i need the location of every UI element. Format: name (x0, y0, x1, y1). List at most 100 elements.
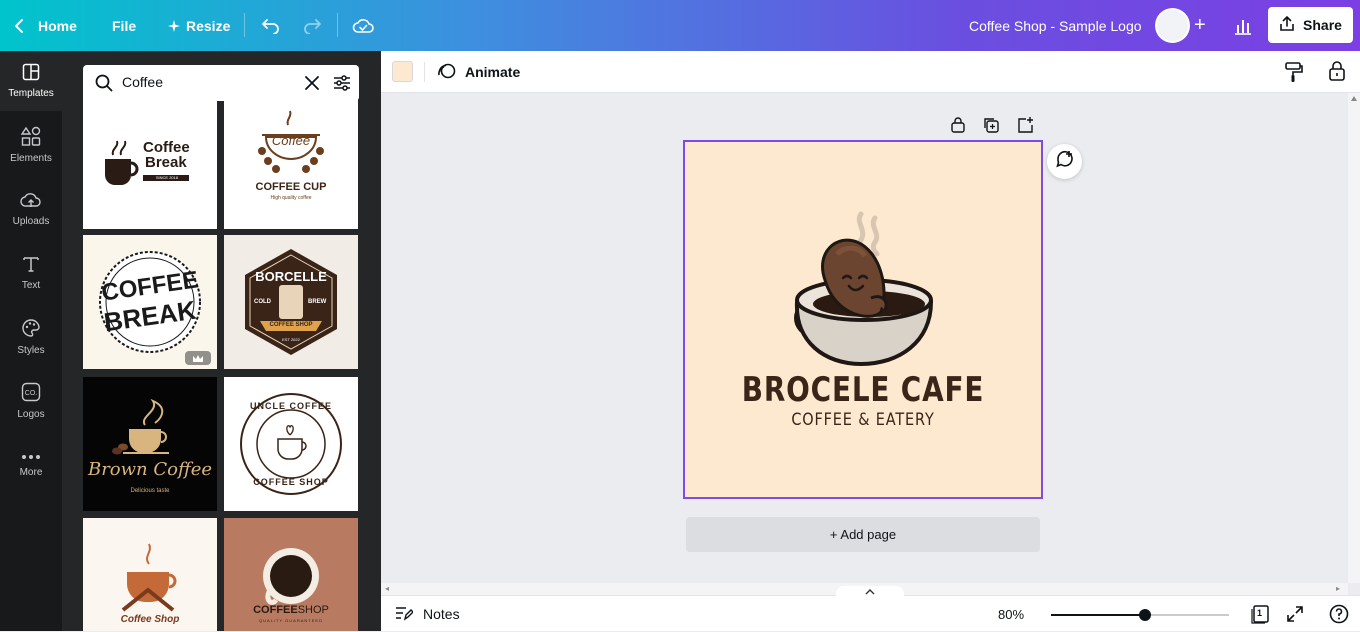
rail-item-elements[interactable]: Elements (0, 115, 62, 175)
cloud-check-icon (352, 18, 374, 34)
rail-item-logos[interactable]: CO. Logos (0, 371, 62, 431)
template-tile[interactable]: COFFEE BREAK (83, 235, 217, 369)
rail-label: Templates (8, 88, 54, 99)
rail-item-more[interactable]: More (0, 435, 62, 495)
template-tile[interactable]: Brown Coffee Delicious taste (83, 377, 217, 511)
animate-button[interactable]: Animate (437, 51, 520, 93)
template-text: BREW (308, 299, 327, 305)
lock-page-icon[interactable] (950, 116, 966, 138)
template-text: COFFEE CUP (255, 181, 327, 193)
insights-button[interactable] (1233, 0, 1253, 51)
add-collaborator-button[interactable]: + (1194, 0, 1206, 51)
resize-button[interactable]: Resize (168, 0, 230, 51)
page-count: 1 (1257, 608, 1263, 618)
share-label: Share (1303, 17, 1342, 33)
template-tile[interactable]: COFFEESHOP QUALITY GUARANTEED (224, 518, 358, 631)
redo-button[interactable] (302, 0, 322, 51)
lock-icon (1328, 61, 1346, 86)
cloud-save-status[interactable] (352, 0, 374, 51)
templates-panel: Coffee Break SINCE 2018 Coffee COFFEE CU… (62, 51, 381, 631)
rail-item-styles[interactable]: Styles (0, 307, 62, 367)
help-icon (1329, 604, 1349, 624)
template-text: COFFEE SHOP (253, 477, 329, 487)
vertical-scrollbar[interactable] (1348, 93, 1360, 583)
rail-item-templates[interactable]: Templates (0, 51, 62, 111)
template-text: COFFEESHOP (224, 604, 358, 616)
search-icon (95, 74, 113, 97)
divider (244, 13, 245, 37)
design-page[interactable]: BROCELE CAFE COFFEE & EATERY (683, 140, 1043, 499)
coffee-cup-logo-icon (258, 110, 324, 173)
copy-style-button[interactable] (1284, 61, 1304, 88)
clear-search-icon[interactable] (305, 76, 319, 95)
logo-title[interactable]: BROCELE CAFE (717, 370, 1009, 410)
rail-item-text[interactable]: Text (0, 243, 62, 303)
add-page-icon[interactable] (1016, 116, 1034, 138)
template-text: Coffee (143, 139, 190, 156)
page-tools (950, 116, 1040, 138)
template-tile[interactable]: Coffee Shop (83, 518, 217, 631)
notes-label: Notes (423, 606, 460, 622)
template-text: Brown Coffee (87, 459, 213, 480)
styles-icon (21, 318, 41, 341)
top-bar: Home File Resize Coffee Shop - Sample Lo… (0, 0, 1360, 51)
template-text: UNCLE COFFEE (249, 401, 332, 411)
add-comment-button[interactable] (1047, 144, 1082, 179)
add-page-button[interactable]: + Add page (686, 517, 1040, 552)
page-count-button[interactable]: 1 (1249, 603, 1271, 625)
rail-label: Logos (17, 409, 45, 420)
share-button[interactable]: Share (1268, 7, 1353, 43)
template-tile[interactable]: BORCELLE COLD BREW COFFEE SHOP EST 2022 (224, 235, 358, 369)
template-text: Coffee Shop (120, 614, 180, 625)
coffee-bean-cup-illustration (794, 211, 934, 367)
zoom-slider-thumb[interactable] (1139, 609, 1152, 621)
document-title[interactable]: Coffee Shop - Sample Logo (969, 0, 1142, 51)
more-icon (21, 452, 41, 463)
expand-icon (1287, 606, 1303, 622)
paint-roller-icon (1284, 62, 1304, 87)
template-tile[interactable]: Coffee Break SINCE 2018 (83, 95, 217, 229)
template-text: Delicious taste (130, 488, 170, 494)
help-button[interactable] (1328, 603, 1350, 625)
rail-label: Text (21, 280, 41, 291)
file-menu-button[interactable]: File (112, 0, 136, 51)
divider (424, 62, 425, 82)
background-color-swatch[interactable] (392, 61, 413, 82)
template-tile[interactable]: UNCLE COFFEE COFFEE SHOP (224, 377, 358, 511)
rail-label: Styles (17, 345, 45, 356)
duplicate-page-icon[interactable] (982, 116, 1000, 138)
zoom-slider[interactable] (1051, 609, 1229, 621)
left-rail: Templates Elements Uploads Text Styles C… (0, 51, 62, 631)
template-tile[interactable]: Coffee COFFEE CUP High quality coffee (224, 95, 358, 229)
logo-subtitle[interactable]: COFFEE & EATERY (712, 410, 1015, 430)
resize-label: Resize (186, 17, 231, 34)
text-icon (22, 255, 40, 276)
rail-item-uploads[interactable]: Uploads (0, 179, 62, 239)
search-value: Coffee (122, 74, 163, 90)
expand-pages-button[interactable] (836, 586, 904, 598)
template-text: SINCE 2018 (155, 175, 179, 180)
logos-icon: CO. (21, 382, 41, 405)
scroll-up-arrow-icon[interactable] (1351, 95, 1357, 101)
template-text: EST 2022 (282, 337, 300, 342)
notes-button[interactable]: Notes (395, 596, 460, 632)
undo-button[interactable] (261, 0, 281, 51)
comment-add-icon (1055, 149, 1075, 174)
template-search-input[interactable]: Coffee (83, 65, 359, 101)
template-text: COFFEE (253, 604, 298, 616)
home-button[interactable]: Home (14, 0, 77, 51)
zoom-level[interactable]: 80% (998, 596, 1024, 632)
fullscreen-button[interactable] (1284, 603, 1306, 625)
template-text: QUALITY GUARANTEED (259, 618, 323, 623)
scroll-left-arrow-icon[interactable]: ◂ (385, 584, 389, 593)
scroll-right-arrow-icon[interactable]: ▸ (1336, 584, 1340, 593)
lock-button[interactable] (1328, 60, 1346, 87)
avatar[interactable] (1155, 8, 1190, 43)
uploads-icon (20, 191, 42, 212)
rail-label: Uploads (12, 216, 50, 227)
template-text: COFFEE SHOP (269, 322, 313, 328)
notes-icon (395, 605, 414, 624)
template-text: BORCELLE (255, 269, 327, 284)
filter-icon[interactable] (333, 74, 351, 97)
uncle-coffee-badge-icon (240, 393, 342, 495)
